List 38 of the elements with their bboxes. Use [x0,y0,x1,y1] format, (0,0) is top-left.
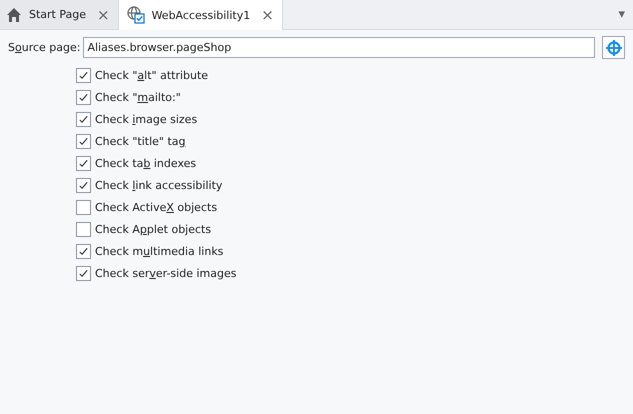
checkbox-label[interactable]: Check image sizes [95,113,198,126]
checkbox[interactable] [76,266,91,281]
close-icon[interactable]: × [97,6,110,24]
checkbox-label[interactable]: Check "title" tag [95,135,186,148]
checkmark-icon [78,92,89,103]
checkmark-icon [78,158,89,169]
checkbox[interactable] [76,222,91,237]
checkbox[interactable] [76,178,91,193]
close-icon[interactable]: × [261,6,274,24]
checkmark-icon [78,114,89,125]
checkmark-icon [78,180,89,191]
home-icon [6,6,22,22]
checkbox-label[interactable]: Check server-side images [95,267,236,280]
checkbox[interactable] [76,244,91,259]
checkbox[interactable] [76,156,91,171]
checkbox-label[interactable]: Check Applet objects [95,223,212,236]
checkmark-icon [78,136,89,147]
checkbox-label[interactable]: Check link accessibility [95,179,222,192]
checkbox[interactable] [76,112,91,127]
checkbox[interactable] [76,200,91,215]
tab[interactable]: WebAccessibility1 × [118,0,283,30]
checkbox-label[interactable]: Check multimedia links [95,245,224,258]
checkmark-icon [78,268,89,279]
crosshair-button[interactable] [602,36,625,59]
checkbox[interactable] [76,68,91,83]
checkbox-label[interactable]: Check "mailto:" [95,91,181,104]
checkmark-icon [78,70,89,81]
checkbox[interactable] [76,90,91,105]
globe-checkbox-icon [126,6,145,24]
checkbox[interactable] [76,134,91,149]
source-page-label: Source page: [8,41,80,54]
checkbox-label[interactable]: Check ActiveX objects [95,201,218,214]
tab[interactable]: Start Page × [0,0,119,29]
checkbox-label[interactable]: Check "alt" attribute [95,69,208,82]
tab-list-dropdown[interactable]: ▾ [618,7,625,22]
source-page-field[interactable]: Aliases.browser.pageShop [83,37,596,58]
checkbox-label[interactable]: Check tab indexes [95,157,196,170]
checkmark-icon [78,246,89,257]
